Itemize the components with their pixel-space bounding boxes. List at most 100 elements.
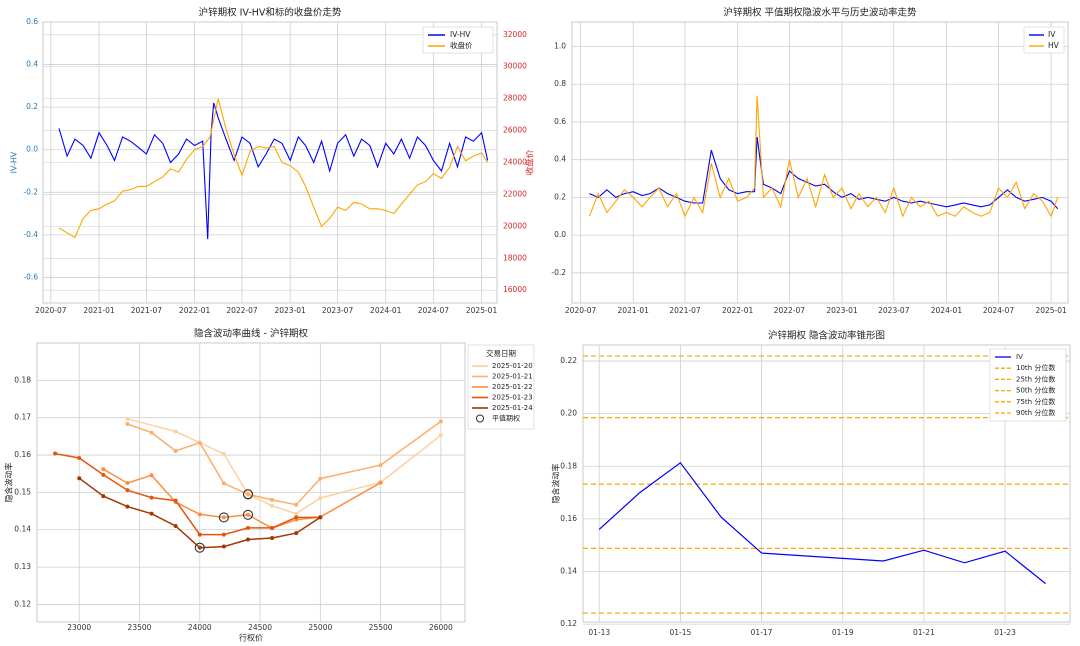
x-tick-label: 23000 [67, 623, 91, 632]
y-tick-label: 0.6 [554, 117, 566, 126]
chart-title-1: 沪锌期权 IV-HV和标的收盘价走势 [199, 7, 342, 19]
x-tick-label: 2024-01 [370, 306, 402, 315]
data-point [318, 515, 323, 520]
x-tick-label: 2023-07 [322, 306, 354, 315]
x-tick-label: 01-17 [751, 628, 773, 637]
y-tick-label: 0.20 [560, 409, 577, 418]
y-tick-label: 0.17 [14, 413, 31, 422]
data-point [221, 532, 226, 537]
x-tick-label: 01-19 [832, 628, 854, 637]
y-tick-label: 0.6 [26, 17, 38, 26]
legend-label: 75th 分位数 [1016, 397, 1055, 406]
plot-area-2 [571, 21, 1069, 304]
data-point [53, 451, 58, 456]
data-point [173, 448, 178, 453]
plot-area-3 [36, 342, 466, 623]
x-tick-label: 2021-01 [83, 306, 115, 315]
y-tick-label: 0.2 [554, 192, 566, 201]
x-tick-label: 2023-01 [826, 306, 858, 315]
data-point [438, 433, 443, 438]
data-point [318, 496, 323, 500]
y-tick-label: 0.18 [14, 375, 31, 384]
chart-title-4: 沪锌期权 隐含波动率锥形图 [768, 330, 885, 342]
data-point [101, 467, 106, 472]
data-point [149, 495, 154, 500]
x-tick-label: 2022-07 [226, 306, 258, 315]
y2-tick-label: 26000 [503, 126, 527, 135]
data-point [221, 544, 226, 549]
x-tick-label: 26000 [429, 623, 453, 632]
y-tick-label: 0.16 [14, 450, 31, 459]
y-tick-label: 0.12 [560, 619, 577, 628]
x-tick-label: 01-21 [913, 628, 935, 637]
data-point [101, 494, 106, 499]
data-point [197, 440, 202, 445]
x-tick-label: 2025-01 [466, 306, 498, 315]
y-tick-label: 0.16 [560, 514, 577, 523]
y-tick-label: 0.13 [14, 562, 31, 571]
data-point [173, 498, 178, 503]
data-point [378, 463, 383, 468]
data-point [77, 476, 82, 481]
data-point [197, 532, 202, 537]
y2-tick-label: 28000 [503, 94, 527, 103]
data-point [318, 476, 323, 481]
data-point [221, 481, 226, 486]
legend-label: 25th 分位数 [1016, 374, 1055, 383]
x-tick-label: 2023-01 [274, 306, 306, 315]
x-tick-label: 01-23 [994, 628, 1016, 637]
x-tick-label: 25500 [369, 623, 393, 632]
x-tick-label: 2022-01 [722, 306, 754, 315]
x-tick-label: 2023-07 [878, 306, 910, 315]
chart-canvas: 沪锌期权 IV-HV和标的收盘价走势 2020-07 2021-01 2021-07 2… [4, 7, 1071, 643]
data-point [125, 504, 130, 509]
y-tick-label: 0.12 [14, 599, 31, 608]
y-tick-label: 0.22 [560, 356, 577, 365]
y2-tick-label: 32000 [503, 30, 527, 39]
y-tick-label: 0.8 [554, 79, 566, 88]
data-point [125, 481, 130, 486]
x-tick-label: 01-13 [588, 628, 610, 637]
y-tick-label: 0.14 [560, 566, 577, 575]
y-tick-label: 0.0 [554, 230, 566, 239]
data-point [294, 531, 299, 536]
x-tick-label: 23500 [128, 623, 152, 632]
y2-axis-label: 收盘价 [525, 149, 536, 175]
y-tick-label: 0.4 [26, 60, 38, 69]
data-point [173, 429, 178, 434]
legend-label: 2025-01-22 [492, 383, 533, 391]
y-tick-label: -0.6 [23, 272, 38, 281]
legend-label: 2025-01-21 [492, 373, 533, 381]
data-point [294, 502, 299, 507]
y2-tick-label: 20000 [503, 221, 527, 230]
figure: 沪锌期权 IV-HV和标的收盘价走势 2020-07 2021-01 2021-07 2… [0, 0, 1080, 646]
data-point [438, 419, 443, 424]
y2-tick-label: 24000 [503, 158, 527, 167]
legend-label: 2025-01-24 [492, 404, 533, 412]
chart-title-3: 隐含波动率曲线 - 沪锌期权 [194, 328, 308, 340]
data-point [125, 422, 130, 427]
y-tick-label: 0.4 [554, 155, 566, 164]
x-tick-label: 2024-07 [983, 306, 1015, 315]
data-point [197, 545, 202, 550]
data-point [197, 512, 202, 517]
x-tick-label: 2025-01 [1035, 306, 1067, 315]
data-point [245, 512, 250, 517]
x-tick-label: 2022-07 [774, 306, 806, 315]
y-tick-label: 0.2 [26, 102, 38, 111]
data-point [245, 525, 250, 530]
data-point [270, 525, 275, 530]
data-point [125, 488, 130, 493]
x-tick-label: 24000 [188, 623, 212, 632]
y-axis-label: IV-HV [10, 151, 19, 173]
x-tick-label: 2024-07 [418, 306, 450, 315]
data-point [378, 480, 383, 485]
x-tick-label: 25000 [308, 623, 332, 632]
chart-title-2: 沪锌期权 平值期权隐波水平与历史波动率走势 [723, 7, 917, 19]
data-point [270, 503, 275, 508]
data-point [245, 537, 250, 542]
x-tick-label: 2024-01 [931, 306, 963, 315]
y-axis-label: 隐含波动率 [551, 464, 561, 504]
legend-label: 10th 分位数 [1016, 363, 1055, 372]
data-point [149, 430, 154, 435]
